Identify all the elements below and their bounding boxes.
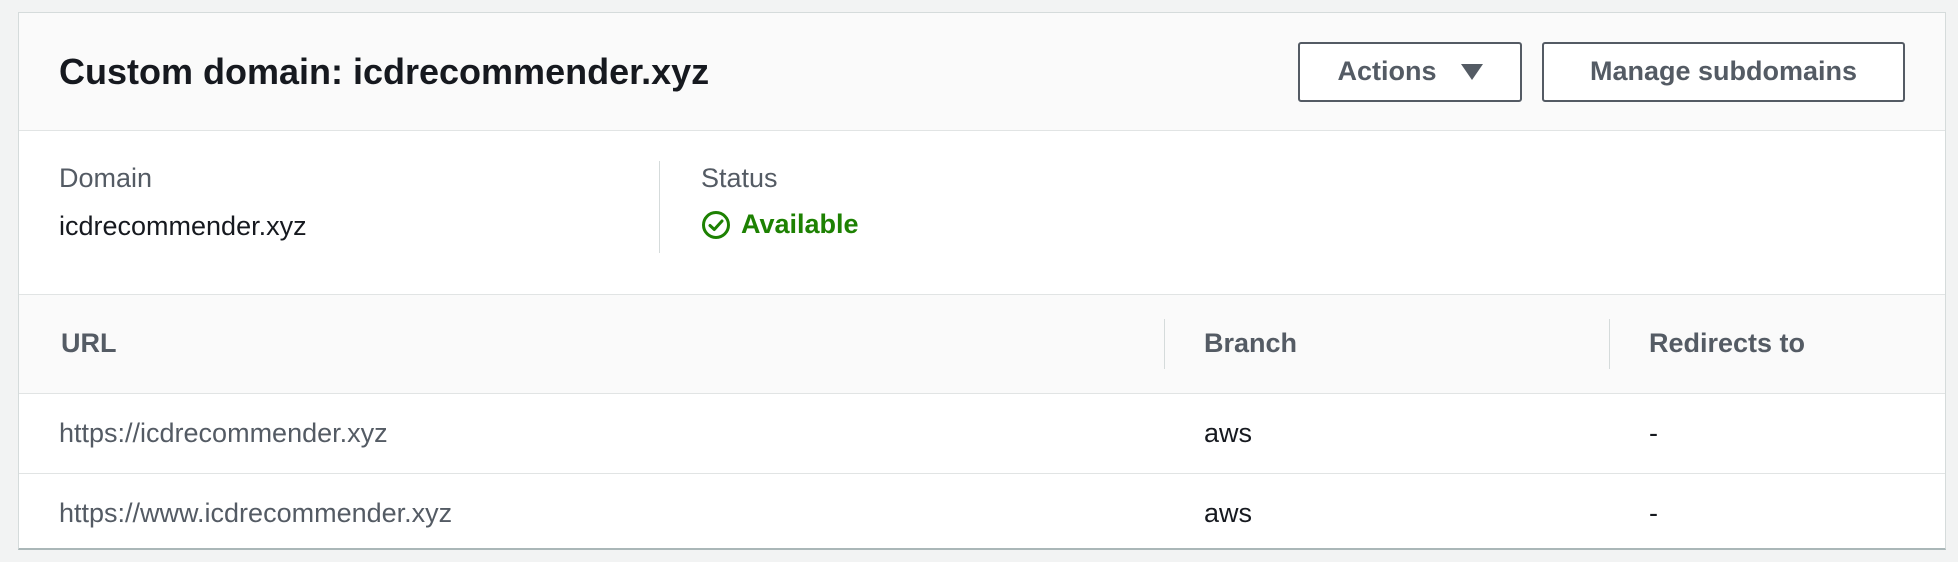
- status-label: Status: [701, 163, 778, 193]
- row-redirects: -: [1649, 417, 1658, 448]
- manage-subdomains-button[interactable]: Manage subdomains: [1542, 41, 1905, 102]
- custom-domain-panel: Custom domain: icdrecommender.xyz Action…: [18, 12, 1946, 550]
- panel-title: Custom domain: icdrecommender.xyz: [59, 50, 710, 92]
- row-redirects: -: [1649, 497, 1658, 528]
- table-row: https://www.icdrecommender.xyz aws -: [19, 473, 1945, 553]
- row-url: https://www.icdrecommender.xyz: [59, 497, 453, 528]
- domain-summary: Domain icdrecommender.xyz Status Availab…: [19, 131, 1945, 295]
- domain-label: Domain: [59, 163, 153, 193]
- subdomains-table: URL Branch Redirects to https://icdrecom…: [19, 295, 1945, 553]
- caret-down-icon: [1460, 63, 1483, 80]
- status-column: Status Available: [660, 161, 859, 294]
- column-header-redirects[interactable]: Redirects to: [1609, 295, 1945, 393]
- panel-header: Custom domain: icdrecommender.xyz Action…: [19, 13, 1945, 131]
- table-row: https://icdrecommender.xyz aws -: [19, 393, 1945, 473]
- status-value: Available: [741, 209, 859, 239]
- row-branch: aws: [1204, 417, 1253, 448]
- row-url: https://icdrecommender.xyz: [59, 417, 388, 448]
- domain-value: icdrecommender.xyz: [59, 211, 307, 241]
- row-branch: aws: [1204, 497, 1253, 528]
- check-circle-icon: [702, 210, 730, 239]
- column-header-branch[interactable]: Branch: [1164, 295, 1609, 393]
- table-header-row: URL Branch Redirects to: [19, 295, 1945, 393]
- column-header-url[interactable]: URL: [19, 295, 1164, 393]
- status-indicator: Available: [701, 209, 859, 240]
- actions-button-label: Actions: [1337, 56, 1437, 86]
- domain-column: Domain icdrecommender.xyz: [19, 161, 660, 253]
- actions-dropdown-button[interactable]: Actions: [1298, 41, 1522, 102]
